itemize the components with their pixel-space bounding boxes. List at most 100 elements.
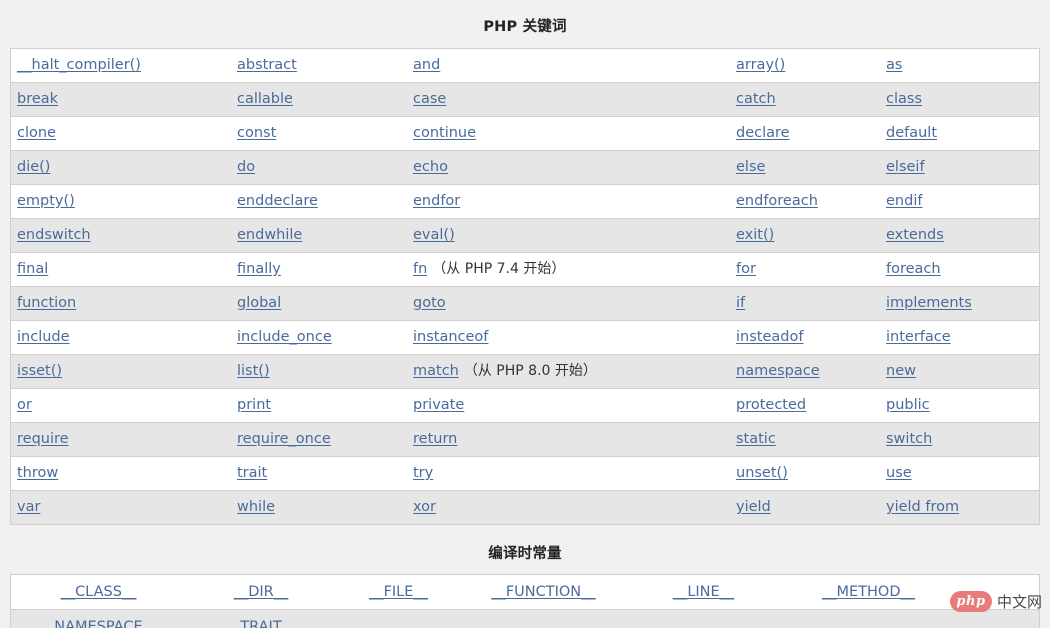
keyword-link[interactable]: match	[413, 363, 459, 379]
keyword-link[interactable]: instanceof	[413, 329, 488, 345]
keyword-link[interactable]: throw	[17, 465, 58, 481]
keyword-link[interactable]: goto	[413, 295, 446, 311]
keyword-link[interactable]: if	[736, 295, 745, 311]
keyword-link[interactable]: clone	[17, 125, 56, 141]
keyword-link[interactable]: xor	[413, 499, 436, 515]
keyword-link[interactable]: extends	[886, 227, 944, 243]
keyword-link[interactable]: final	[17, 261, 48, 277]
keyword-link[interactable]: __METHOD__	[822, 584, 915, 600]
keyword-link[interactable]: foreach	[886, 261, 941, 277]
keyword-cell: protected	[730, 388, 880, 423]
keyword-link[interactable]: class	[886, 91, 922, 107]
keyword-link[interactable]: continue	[413, 125, 476, 141]
keyword-link[interactable]: catch	[736, 91, 776, 107]
keyword-link[interactable]: and	[413, 57, 440, 73]
keyword-cell: match （从 PHP 8.0 开始）	[407, 354, 730, 389]
keyword-link[interactable]: default	[886, 125, 937, 141]
keyword-link[interactable]: echo	[413, 159, 448, 175]
keyword-link[interactable]: array()	[736, 57, 785, 73]
keyword-link[interactable]: yield from	[886, 499, 959, 515]
keyword-cell: final	[11, 252, 231, 287]
constant-cell: __LINE__	[626, 575, 781, 610]
keyword-link[interactable]: elseif	[886, 159, 925, 175]
keyword-link[interactable]: __halt_compiler()	[17, 57, 141, 73]
constant-cell	[336, 609, 461, 628]
keyword-link[interactable]: static	[736, 431, 776, 447]
keyword-table-row: empty() enddeclare endfor endforeach endif	[11, 184, 1039, 219]
keyword-link[interactable]: else	[736, 159, 765, 175]
keyword-link[interactable]: yield	[736, 499, 771, 515]
keyword-link[interactable]: unset()	[736, 465, 788, 481]
keyword-link[interactable]: break	[17, 91, 58, 107]
keyword-link[interactable]: exit()	[736, 227, 774, 243]
keyword-link[interactable]: private	[413, 397, 464, 413]
keyword-link[interactable]: callable	[237, 91, 293, 107]
constant-cell	[461, 609, 626, 628]
keyword-link[interactable]: or	[17, 397, 32, 413]
keyword-link[interactable]: __LINE__	[673, 584, 734, 600]
keyword-link[interactable]: try	[413, 465, 433, 481]
keyword-link[interactable]: global	[237, 295, 281, 311]
keyword-link[interactable]: enddeclare	[237, 193, 318, 209]
keyword-link[interactable]: function	[17, 295, 76, 311]
keyword-link[interactable]: die()	[17, 159, 50, 175]
keyword-link[interactable]: var	[17, 499, 40, 515]
keyword-cell: try	[407, 456, 730, 491]
keyword-link[interactable]: __DIR__	[234, 584, 289, 600]
keyword-table-row: include include_once instanceof insteadof in…	[11, 320, 1039, 355]
keyword-link[interactable]: print	[237, 397, 271, 413]
constant-cell: __METHOD__	[781, 575, 956, 610]
keyword-cell: and	[407, 48, 730, 83]
keyword-link[interactable]: as	[886, 57, 902, 73]
keyword-link[interactable]: switch	[886, 431, 932, 447]
keyword-cell: private	[407, 388, 730, 423]
keyword-link[interactable]: __CLASS__	[61, 584, 137, 600]
keyword-link[interactable]: interface	[886, 329, 951, 345]
keyword-link[interactable]: abstract	[237, 57, 297, 73]
keyword-link[interactable]: fn	[413, 261, 427, 277]
keyword-cell: foreach	[880, 252, 1039, 287]
keyword-link[interactable]: __TRAIT__	[226, 619, 296, 628]
keyword-link[interactable]: protected	[736, 397, 806, 413]
keyword-link[interactable]: endfor	[413, 193, 460, 209]
keyword-link[interactable]: for	[736, 261, 756, 277]
keyword-link[interactable]: require_once	[237, 431, 331, 447]
keyword-link[interactable]: do	[237, 159, 255, 175]
keyword-link[interactable]: endswitch	[17, 227, 91, 243]
keyword-link[interactable]: include_once	[237, 329, 332, 345]
keyword-link[interactable]: isset()	[17, 363, 62, 379]
keyword-link[interactable]: return	[413, 431, 457, 447]
keyword-link[interactable]: require	[17, 431, 69, 447]
keyword-link[interactable]: finally	[237, 261, 281, 277]
keyword-link[interactable]: namespace	[736, 363, 820, 379]
keyword-link[interactable]: endif	[886, 193, 922, 209]
keyword-link[interactable]: endforeach	[736, 193, 818, 209]
keyword-link[interactable]: __NAMESPACE__	[40, 619, 157, 628]
keyword-cell: implements	[880, 286, 1039, 321]
keyword-link[interactable]: insteadof	[736, 329, 803, 345]
keyword-cell: case	[407, 82, 730, 117]
keyword-link[interactable]: endwhile	[237, 227, 302, 243]
keyword-table-row: clone const continue declare default	[11, 116, 1039, 151]
keyword-link[interactable]: use	[886, 465, 912, 481]
keyword-cell: catch	[730, 82, 880, 117]
keyword-link[interactable]: public	[886, 397, 930, 413]
keyword-link[interactable]: list()	[237, 363, 270, 379]
keywords-table: __halt_compiler() abstract and array() as bre…	[11, 48, 1039, 525]
keyword-link[interactable]: include	[17, 329, 70, 345]
keyword-cell: new	[880, 354, 1039, 389]
keyword-link[interactable]: trait	[237, 465, 267, 481]
constant-cell: __FILE__	[336, 575, 461, 610]
keyword-link[interactable]: eval()	[413, 227, 455, 243]
keyword-link[interactable]: case	[413, 91, 446, 107]
keyword-link[interactable]: __FUNCTION__	[491, 584, 595, 600]
keyword-link[interactable]: while	[237, 499, 275, 515]
keyword-link[interactable]: declare	[736, 125, 790, 141]
keyword-table-row: break callable case catch class	[11, 82, 1039, 117]
keyword-link[interactable]: implements	[886, 295, 972, 311]
keyword-cell: instanceof	[407, 320, 730, 355]
keyword-link[interactable]: __FILE__	[369, 584, 428, 600]
keyword-link[interactable]: const	[237, 125, 276, 141]
keyword-link[interactable]: empty()	[17, 193, 75, 209]
keyword-link[interactable]: new	[886, 363, 916, 379]
